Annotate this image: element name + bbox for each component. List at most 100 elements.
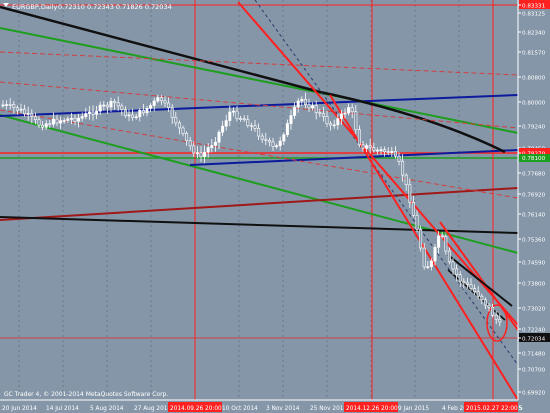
candle-body [77,117,81,122]
chart-title[interactable]: EURGBP,Daily 0.72310 0.72343 0.71826 0.7… [3,3,172,11]
candle-body [149,105,153,109]
candle-body [278,140,282,147]
price-label: 0.75360 [522,238,546,244]
chart-background [0,0,550,413]
candle-body [347,107,351,114]
candle-body [498,318,502,323]
candle-body [185,133,189,142]
candle-body [390,151,394,154]
price-chart[interactable]: 0.83331 0.83125 0.82340 0.81570 0.80800 0.800… [0,0,550,413]
time-label: 5 Aug 2014 [90,406,124,412]
price-label: 0.76920 [522,193,546,199]
candle-body [80,116,84,119]
candle-body [469,284,473,289]
price-label: 0.69920 [522,391,546,397]
candle-body [120,105,124,110]
candle-body [59,120,63,124]
time-marker-label: 2015.02.27 22:00 [466,406,518,412]
candle-body [23,108,27,115]
candle-body [30,113,34,117]
candle-body [318,112,322,114]
candle-body [152,100,156,106]
candle-body [44,123,48,128]
price-label: 0.76140 [522,213,546,219]
candle-body [303,99,307,105]
candle-body [174,117,178,124]
time-label: 27 Aug 2014 [134,406,171,412]
candle-body [113,101,117,104]
candle-body [480,295,484,301]
candle-body [213,141,217,146]
candle-body [105,104,109,108]
candle-body [465,282,469,285]
candle-body [15,107,19,111]
candle-body [339,113,343,119]
candle-body [282,134,286,142]
candle-body [408,184,412,203]
time-marker-label: 2014.09.26 20:00 [170,406,222,412]
candle-body [311,105,315,109]
candle-body [62,120,66,122]
candle-body [415,214,419,230]
candle-body [383,149,387,152]
candle-body [5,104,9,106]
symbol-title: EURGBP,Daily [12,3,57,11]
candle-body [206,147,210,153]
candle-body [476,291,480,297]
time-label: 10 Oct 2014 [222,406,258,412]
candle-body [267,140,271,143]
candle-body [235,110,239,119]
candle-body [242,118,246,121]
candle-body [188,140,192,147]
candle-body [37,119,41,126]
candle-body [419,229,423,249]
candle-body [314,105,318,113]
price-label: 0.81570 [522,51,546,57]
candle-body [365,145,369,149]
ohlc-values: 0.72310 0.72343 0.71826 0.72034 [58,3,172,11]
candle-body [163,100,167,104]
candle-body [41,124,45,128]
time-label: 25 Nov 2014 [310,406,347,412]
candle-body [307,104,311,109]
price-label: 0.73020 [522,307,546,313]
candle-body [275,145,279,148]
candle-body [249,125,253,127]
candle-body [1,104,5,107]
green-level-label: 0.78100 [522,156,546,162]
candle-body [131,114,135,118]
candle-body [426,266,430,268]
candle-body [116,102,120,107]
price-label: 0.83331 [522,4,546,10]
candle-body [51,118,55,125]
candle-body [447,250,451,263]
price-label: 0.72034 [522,337,546,343]
candle-body [289,115,293,124]
candle-body [66,118,70,121]
candle-body [257,128,261,137]
candle-body [397,155,401,162]
candle-body [177,122,181,129]
price-label: 0.72240 [522,328,546,334]
candle-body [69,118,73,120]
candle-body [494,314,498,320]
candle-body [210,145,214,148]
candle-body [95,110,99,115]
candle-body [253,125,257,129]
candle-body [440,235,444,238]
candle-body [203,151,207,158]
candle-body [156,97,160,102]
price-label: 0.73800 [522,282,546,288]
candle-body [228,111,232,121]
candle-body [361,144,365,149]
candle-body [336,118,340,126]
candle-body [246,119,250,126]
candle-body [109,101,113,108]
candle-body [170,107,174,118]
candle-body [300,99,304,102]
candle-body [422,247,426,268]
candle-body [145,108,149,114]
candle-body [217,131,221,143]
candle-body [332,124,336,127]
candle-body [271,141,275,147]
